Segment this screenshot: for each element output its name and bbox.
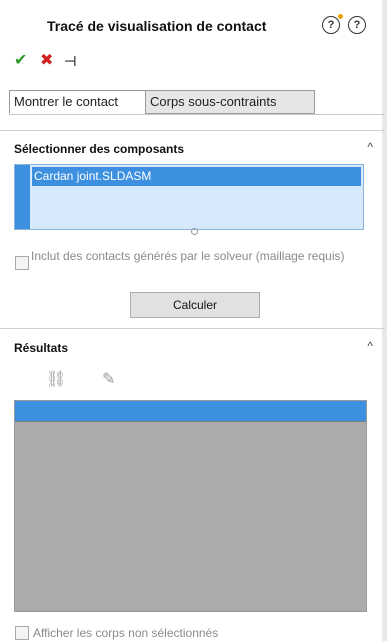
close-icon[interactable]: ✖ bbox=[40, 52, 53, 70]
show-unselected-checkbox[interactable] bbox=[15, 626, 29, 640]
solver-contacts-checkbox[interactable] bbox=[15, 256, 29, 270]
help-whats-new-icon[interactable]: ? bbox=[322, 14, 343, 34]
resize-grip-icon[interactable] bbox=[191, 228, 198, 235]
component-list-icon[interactable]: ⛓ bbox=[46, 369, 66, 389]
tab-corps-sous-contraints[interactable]: Corps sous-contraints bbox=[145, 90, 315, 114]
show-unselected-label: Afficher les corps non sélectionnés bbox=[33, 626, 219, 640]
panel-title: Tracé de visualisation de contact bbox=[47, 18, 267, 34]
help-icon[interactable]: ? bbox=[348, 16, 366, 34]
calculate-button[interactable]: Calculer bbox=[130, 292, 260, 318]
tab-montrer-le-contact[interactable]: Montrer le contact bbox=[9, 90, 149, 114]
tab-divider bbox=[9, 114, 385, 115]
pin-icon[interactable]: ⊣ bbox=[64, 52, 77, 70]
results-title: Résultats bbox=[14, 341, 69, 355]
solver-contacts-label: Inclut des contacts générés par le solve… bbox=[31, 249, 345, 263]
components-selection-box[interactable]: Cardan joint.SLDASM bbox=[14, 164, 364, 230]
collapse-chevron-icon[interactable]: ^ bbox=[367, 140, 373, 154]
section-divider bbox=[0, 328, 385, 329]
list-item[interactable]: Cardan joint.SLDASM bbox=[32, 167, 361, 186]
selection-box-active-indicator bbox=[15, 165, 30, 229]
property-manager-panel: Tracé de visualisation de contact ? ? ✔ … bbox=[0, 0, 385, 641]
section-divider bbox=[0, 130, 385, 131]
results-list[interactable] bbox=[14, 400, 367, 612]
check-icon[interactable]: ✔ bbox=[14, 52, 27, 70]
panel-header: Tracé de visualisation de contact ? ? bbox=[0, 14, 385, 38]
edit-icon[interactable]: ✎ bbox=[102, 369, 115, 389]
select-components-title: Sélectionner des composants bbox=[14, 142, 185, 156]
collapse-chevron-icon[interactable]: ^ bbox=[367, 339, 373, 353]
table-row[interactable] bbox=[15, 401, 366, 422]
